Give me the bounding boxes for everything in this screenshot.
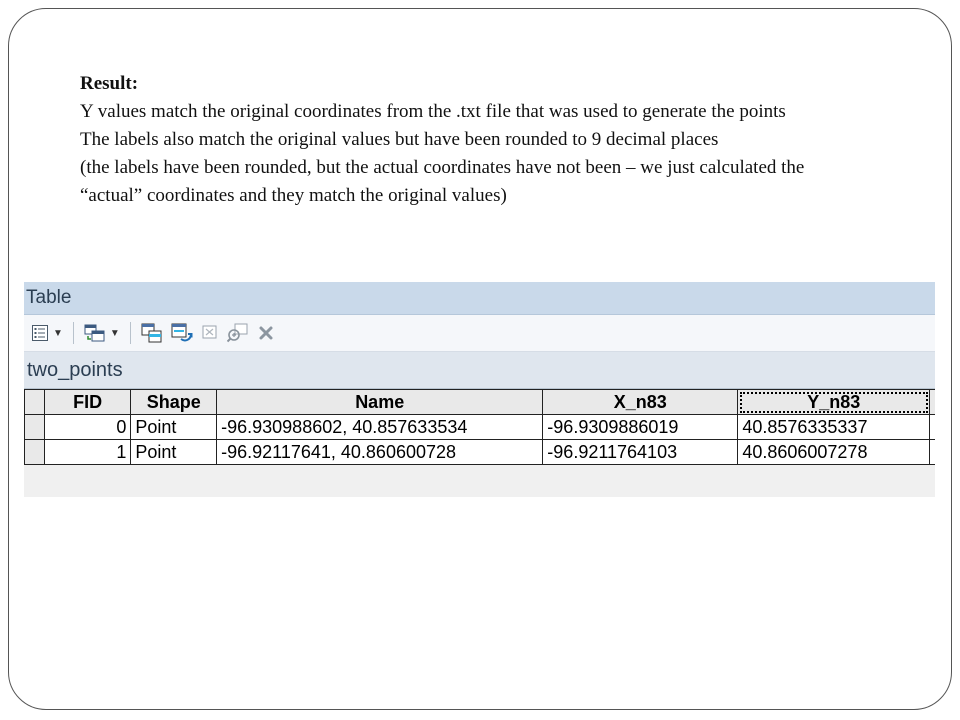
- toolbar-separator: [72, 322, 74, 344]
- table-options-button[interactable]: ▼: [28, 320, 66, 346]
- table-row[interactable]: 0 Point -96.930988602, 40.857633534 -96.…: [24, 414, 935, 440]
- table-options-icon: [32, 325, 48, 341]
- clear-selection-icon: [202, 325, 217, 339]
- table-row[interactable]: 1 Point -96.92117641, 40.860600728 -96.9…: [24, 439, 935, 465]
- attribute-table: FID Shape Name X_n83 Y_n83 0 Point -96.9…: [24, 389, 935, 465]
- attribute-table-window: Table ▼ ▼ two_points FID Shape Name X_n8…: [24, 282, 935, 497]
- related-tables-icon: [84, 324, 105, 342]
- clear-selection-button[interactable]: [198, 320, 222, 346]
- zoom-to-selected-icon: [226, 323, 248, 343]
- column-header-shape[interactable]: Shape: [130, 389, 218, 415]
- cell-x-n83[interactable]: -96.9211764103: [542, 439, 739, 465]
- select-by-attributes-icon: [141, 323, 162, 343]
- cell-name[interactable]: -96.92117641, 40.860600728: [216, 439, 544, 465]
- table-header-row: FID Shape Name X_n83 Y_n83: [24, 389, 935, 415]
- row-selector[interactable]: [24, 439, 45, 465]
- text-line-3: (the labels have been rounded, but the a…: [80, 157, 805, 178]
- select-by-attributes-button[interactable]: [138, 320, 166, 346]
- cell-y-n83[interactable]: 40.8576335337: [737, 414, 931, 440]
- switch-selection-button[interactable]: [168, 320, 196, 346]
- delete-selected-icon: [259, 326, 273, 340]
- text-line-2: The labels also match the original value…: [80, 129, 719, 150]
- cell-y-n83[interactable]: 40.8606007278: [737, 439, 931, 465]
- cell-shape[interactable]: Point: [130, 414, 218, 440]
- cell-fid[interactable]: 0: [43, 414, 132, 440]
- slide-text: Result: Y values match the original coor…: [80, 70, 940, 210]
- text-line-1: Y values match the original coordinates …: [80, 101, 786, 122]
- row-selector[interactable]: [24, 414, 45, 440]
- cell-name[interactable]: -96.930988602, 40.857633534: [216, 414, 544, 440]
- switch-selection-icon: [171, 323, 193, 342]
- column-header-y-n83[interactable]: Y_n83: [737, 389, 931, 415]
- zoom-to-selected-button[interactable]: [224, 320, 252, 346]
- cell-x-n83[interactable]: -96.9309886019: [542, 414, 739, 440]
- toolbar-separator: [129, 322, 131, 344]
- row-filler: [929, 414, 935, 440]
- table-header-filler: [929, 389, 935, 415]
- column-header-fid[interactable]: FID: [43, 389, 132, 415]
- table-toolbar: ▼ ▼: [24, 315, 935, 352]
- cell-shape[interactable]: Point: [130, 439, 218, 465]
- delete-selected-button[interactable]: [254, 320, 278, 346]
- chevron-down-icon: ▼: [109, 327, 120, 339]
- window-title: Table: [24, 282, 935, 315]
- column-header-name[interactable]: Name: [216, 389, 544, 415]
- row-filler: [929, 439, 935, 465]
- cell-fid[interactable]: 1: [43, 439, 132, 465]
- related-tables-button[interactable]: ▼: [81, 320, 123, 346]
- table-tab-two-points[interactable]: two_points: [24, 352, 935, 389]
- row-selector-header[interactable]: [24, 389, 45, 415]
- result-heading: Result:: [80, 73, 139, 94]
- text-line-4: “actual” coordinates and they match the …: [80, 185, 507, 206]
- column-header-x-n83[interactable]: X_n83: [542, 389, 739, 415]
- chevron-down-icon: ▼: [53, 327, 63, 339]
